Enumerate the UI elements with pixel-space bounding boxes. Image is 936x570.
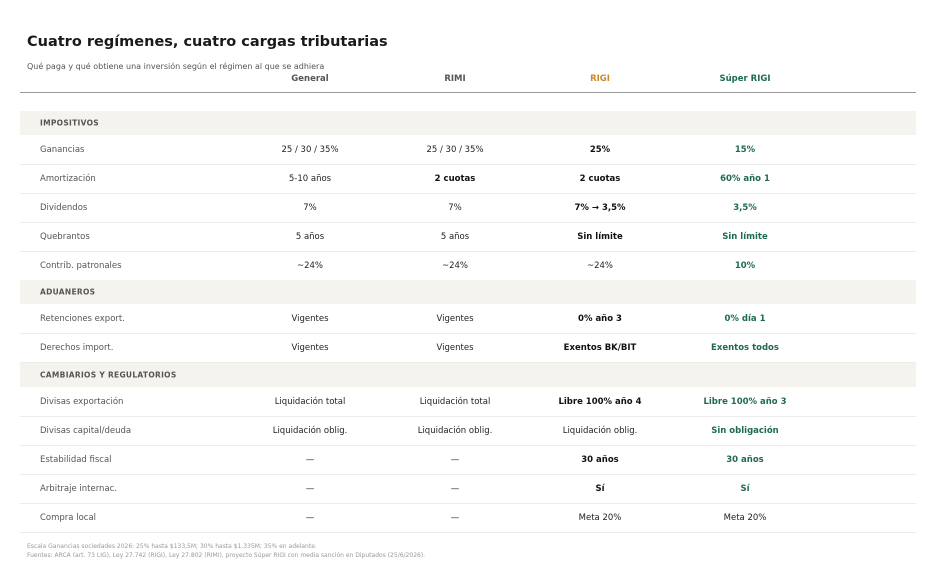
row-label: Derechos import. xyxy=(40,342,114,353)
cell-rigi: ~24% xyxy=(586,260,614,271)
table-row-amortizacion: Amortización 5-10 años 2 cuotas 2 cuotas 60%… xyxy=(20,164,916,194)
cell-rimi: Vigentes xyxy=(436,342,474,353)
cell-rimi: — xyxy=(450,512,460,523)
cell-general: 7% xyxy=(303,202,317,213)
row-label: Dividendos xyxy=(40,202,88,213)
section-label: ADUANEROS xyxy=(40,287,96,297)
cell-general: 5 años xyxy=(295,231,325,242)
cell-rigi: 2 cuotas xyxy=(579,173,621,184)
cell-rimi: 7% xyxy=(448,202,462,213)
page-title: Cuatro regímenes, cuatro cargas tributar… xyxy=(27,34,388,50)
column-header-general: General xyxy=(291,74,329,84)
column-header-rigi: RIGI xyxy=(590,74,610,84)
cell-super-rigi: 0% día 1 xyxy=(724,313,766,324)
cell-super-rigi: Exentos todos xyxy=(711,342,779,353)
row-label: Estabilidad fiscal xyxy=(40,454,112,465)
table-row-retenciones-export: Retenciones export. Vigentes Vigentes 0% añ… xyxy=(20,304,916,334)
cell-rigi: Sin límite xyxy=(577,231,623,242)
cell-general: Liquidación total xyxy=(274,396,346,407)
cell-super-rigi: 10% xyxy=(734,260,756,271)
table-row-dividendos: Dividendos 7% 7% 7% → 3,5% 3,5% xyxy=(20,193,916,223)
section-header-cambiarios-y-regulatorios: CAMBIARIOS Y REGULATORIOS xyxy=(20,363,916,387)
cell-rigi: Meta 20% xyxy=(578,512,622,523)
cell-rigi: 7% → 3,5% xyxy=(574,202,626,213)
footnote-sources: Fuentes: ARCA (art. 73 LIG), Ley 27.742 … xyxy=(27,552,426,559)
table-row-compra-local: Compra local — — Meta 20% Meta 20% xyxy=(20,503,916,533)
cell-super-rigi: Meta 20% xyxy=(723,512,767,523)
row-label: Divisas capital/deuda xyxy=(40,425,132,436)
cell-rimi: — xyxy=(450,454,460,465)
section-label: CAMBIARIOS Y REGULATORIOS xyxy=(40,370,177,380)
row-label: Quebrantos xyxy=(40,231,90,242)
table-row-ganancias: Ganancias 25 / 30 / 35% 25 / 30 / 35% 25% 15… xyxy=(20,135,916,165)
footnote-scale: Escala Ganancias sociedades 2026: 25% ha… xyxy=(27,543,317,550)
cell-rimi: Liquidación oblig. xyxy=(417,425,493,436)
cell-rimi: 25 / 30 / 35% xyxy=(426,144,484,155)
cell-general: Vigentes xyxy=(291,313,329,324)
row-label: Contrib. patronales xyxy=(40,260,122,271)
cell-rimi: Liquidación total xyxy=(419,396,491,407)
section-header-impositivos: IMPOSITIVOS xyxy=(20,111,916,135)
cell-super-rigi: 60% año 1 xyxy=(720,173,770,184)
cell-rigi: 25% xyxy=(589,144,611,155)
row-label: Arbitraje internac. xyxy=(40,483,118,494)
cell-super-rigi: 15% xyxy=(734,144,756,155)
cell-general: 5-10 años xyxy=(288,173,332,184)
cell-rimi: 5 años xyxy=(440,231,470,242)
row-label: Retenciones export. xyxy=(40,313,125,324)
cell-general: — xyxy=(305,512,315,523)
table-row-divisas-capital-deuda: Divisas capital/deuda Liquidación oblig. L… xyxy=(20,416,916,446)
table-row-contrib-patronales: Contrib. patronales ~24% ~24% ~24% 10% xyxy=(20,251,916,281)
table-row-divisas-exportacion: Divisas exportación Liquidación total Liqu… xyxy=(20,387,916,417)
cell-rimi: Vigentes xyxy=(436,313,474,324)
cell-general: — xyxy=(305,483,315,494)
section-label: IMPOSITIVOS xyxy=(40,118,99,128)
column-header-super-rigi: Súper RIGI xyxy=(719,74,771,84)
cell-general: Liquidación oblig. xyxy=(272,425,348,436)
cell-general: — xyxy=(305,454,315,465)
cell-super-rigi: Sin límite xyxy=(722,231,768,242)
column-header-rimi: RIMI xyxy=(444,74,466,84)
row-label: Compra local xyxy=(40,512,97,523)
row-label: Ganancias xyxy=(40,144,85,155)
row-label: Divisas exportación xyxy=(40,396,124,407)
cell-rigi: Libre 100% año 4 xyxy=(558,396,642,407)
table-row-quebrantos: Quebrantos 5 años 5 años Sin límite Sin lími… xyxy=(20,222,916,252)
table-row-derechos-import: Derechos import. Vigentes Vigentes Exentos … xyxy=(20,333,916,363)
cell-super-rigi: 3,5% xyxy=(733,202,757,213)
cell-rimi: 2 cuotas xyxy=(434,173,476,184)
row-label: Amortización xyxy=(40,173,96,184)
cell-super-rigi: Sí xyxy=(740,483,750,494)
cell-general: ~24% xyxy=(296,260,324,271)
table-row-arbitraje-internac: Arbitraje internac. — — Sí Sí xyxy=(20,474,916,504)
cell-rigi: 0% año 3 xyxy=(578,313,622,324)
cell-rigi: 30 años xyxy=(581,454,619,465)
cell-super-rigi: Sin obligación xyxy=(711,425,779,436)
cell-rimi: ~24% xyxy=(441,260,469,271)
cell-rigi: Sí xyxy=(595,483,605,494)
cell-rigi: Liquidación oblig. xyxy=(562,425,638,436)
cell-general: Vigentes xyxy=(291,342,329,353)
section-header-aduaneros: ADUANEROS xyxy=(20,280,916,304)
cell-super-rigi: 30 años xyxy=(726,454,764,465)
cell-rigi: Exentos BK/BIT xyxy=(563,342,637,353)
table-row-estabilidad-fiscal: Estabilidad fiscal — — 30 años 30 años xyxy=(20,445,916,475)
page-subtitle: Qué paga y qué obtiene una inversión seg… xyxy=(27,62,325,71)
cell-rimi: — xyxy=(450,483,460,494)
cell-general: 25 / 30 / 35% xyxy=(281,144,339,155)
header-divider xyxy=(20,92,916,93)
cell-super-rigi: Libre 100% año 3 xyxy=(703,396,787,407)
